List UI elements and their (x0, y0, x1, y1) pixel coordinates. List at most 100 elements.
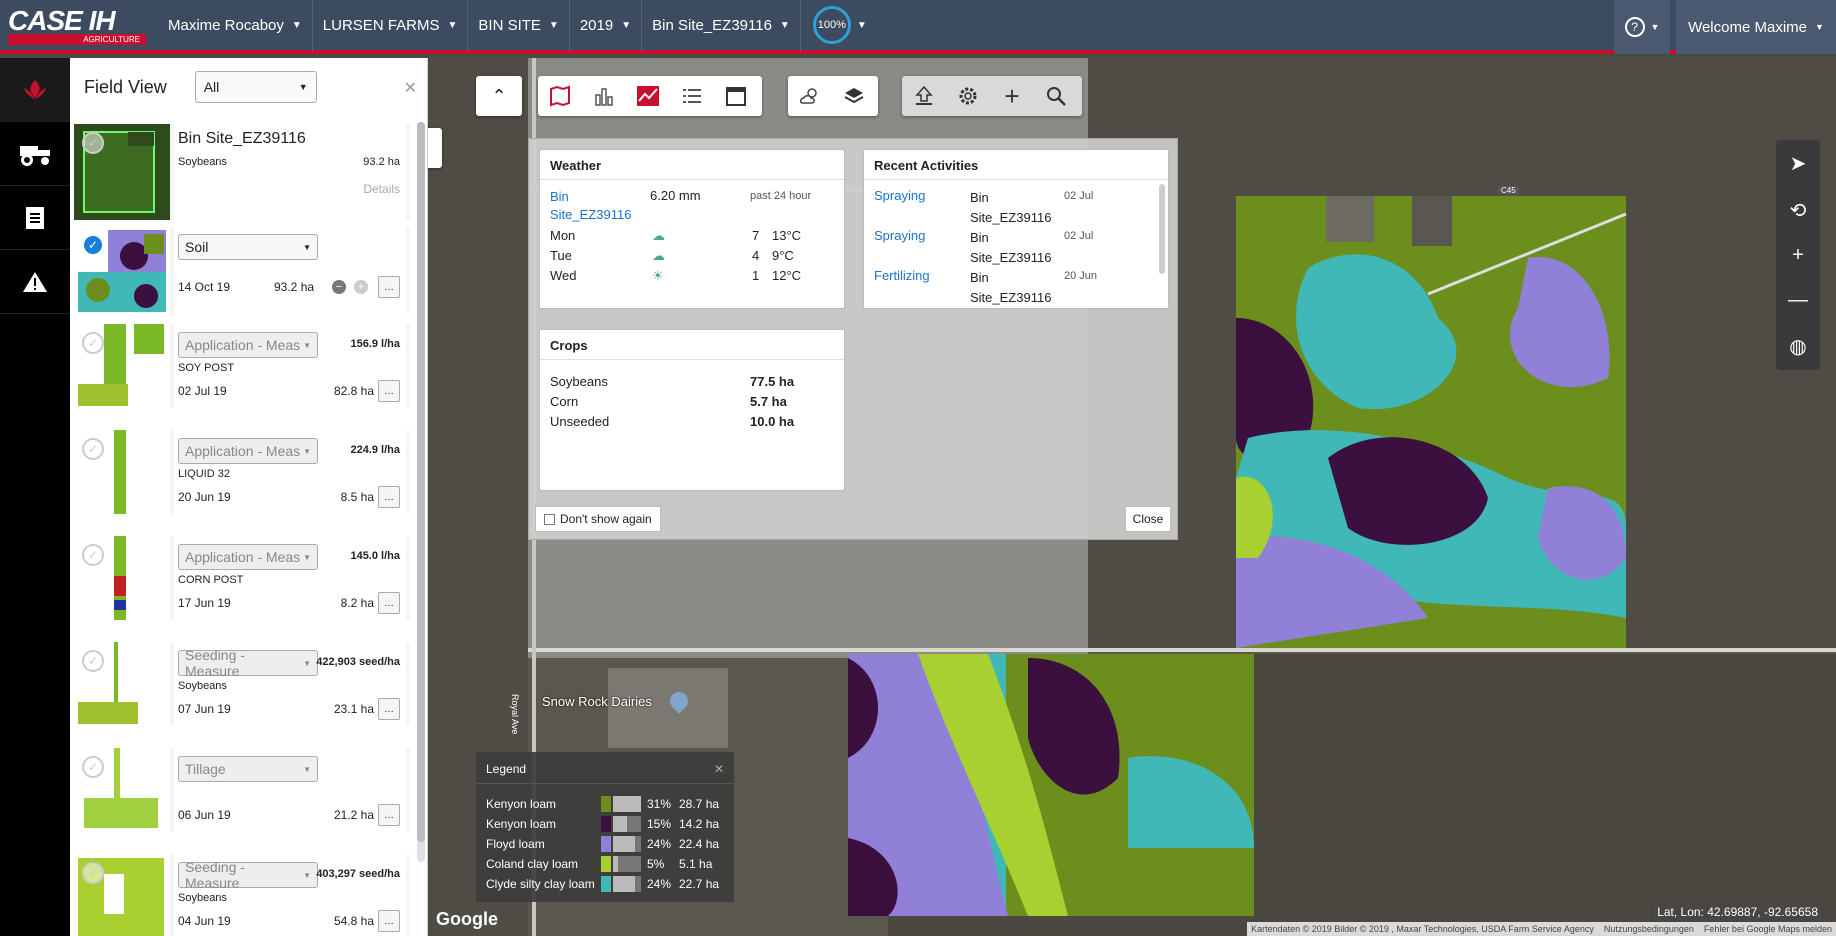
layer-rate: 403,297 seed/ha (316, 868, 400, 880)
logo-subtext: AGRICULTURE (8, 34, 146, 45)
panel-scrollbar-thumb[interactable] (417, 122, 425, 842)
more-button[interactable]: … (378, 698, 400, 720)
soil-select-checkbox[interactable]: ✓ (82, 234, 104, 256)
nav-field-dropdown[interactable]: Bin Site_EZ39116 ▼ (642, 0, 801, 52)
collapse-toolbar-button[interactable]: ⌃ (476, 76, 522, 116)
weather-period: past 24 hour (750, 190, 812, 202)
layer-card[interactable]: ✓ Seeding - Measure ▼ 403,297 seed/ha Soy… (74, 854, 410, 936)
activity-site: Bin Site_EZ39116 (970, 190, 1052, 225)
activity-date: 02 Jul (1064, 190, 1094, 202)
chart-view-button[interactable] (582, 77, 626, 115)
close-dialog-button[interactable]: Close (1125, 506, 1171, 532)
settings-button[interactable] (946, 77, 990, 115)
close-icon[interactable]: ✕ (404, 78, 417, 98)
layer-card[interactable]: ✓ Seeding - Measure ▼ 422,903 seed/ha Soy… (74, 642, 410, 738)
layer-checkbox[interactable]: ✓ (82, 650, 104, 672)
gear-icon (959, 87, 977, 105)
tractor-icon (20, 145, 50, 166)
zoom-value: 100% (817, 19, 846, 31)
field-filter-select[interactable]: All ▼ (194, 71, 317, 103)
layer-card[interactable]: ✓ Application - Meas ▼ 156.9 l/ha SOY POS… (74, 324, 410, 420)
locate-icon[interactable]: ➤ (1790, 151, 1807, 176)
layer-select[interactable]: Seeding - Measure ▼ (178, 647, 318, 679)
legend-pct: 15% (647, 817, 672, 831)
zoom-in-icon[interactable]: + (1792, 244, 1804, 267)
more-button[interactable]: … (378, 486, 400, 508)
legend-name: Kenyon loam (486, 797, 557, 811)
add-button[interactable]: + (990, 77, 1034, 115)
legend-pct: 31% (647, 797, 672, 811)
nav-alerts[interactable] (0, 250, 70, 314)
minus-icon[interactable]: − (332, 280, 346, 294)
soil-area: 93.2 ha (274, 280, 315, 294)
more-button[interactable]: … (378, 380, 400, 402)
dont-show-again-checkbox[interactable]: Don't show again (535, 506, 661, 532)
layer-checkbox[interactable]: ✓ (82, 862, 104, 884)
help-button[interactable]: ? ▼ (1614, 0, 1670, 54)
map-view-button[interactable] (538, 77, 582, 115)
case-ih-logo[interactable]: CASE IH AGRICULTURE (8, 0, 158, 50)
weather-site-link[interactable]: Bin Site_EZ39116 (550, 188, 650, 224)
weather-day: Wed (550, 268, 577, 283)
collapse-panel-button[interactable] (428, 128, 442, 168)
terms-link[interactable]: Nutzungsbedingungen (1604, 924, 1694, 934)
layer-card[interactable]: ✓ Application - Meas ▼ 224.9 l/ha LIQUID … (74, 430, 410, 526)
search-icon (1047, 87, 1066, 106)
layer-select[interactable]: Seeding - Measure ▼ (178, 859, 318, 891)
globe-icon[interactable]: ◍ (1789, 334, 1806, 359)
nav-reports[interactable] (0, 186, 70, 250)
layers-button[interactable] (832, 77, 876, 115)
chevron-up-icon: ⌃ (491, 85, 507, 106)
close-icon[interactable]: ✕ (714, 762, 724, 776)
layer-card[interactable]: ✓ Application - Meas ▼ 145.0 l/ha CORN PO… (74, 536, 410, 632)
nav-machines[interactable] (0, 122, 70, 186)
layer-select[interactable]: Application - Meas ▼ (178, 332, 318, 358)
activity-date: 20 Jun (1064, 270, 1098, 282)
field-card[interactable]: ✓ Bin Site_EZ39116 Soybeans 93.2 ha Deta… (74, 124, 410, 220)
layer-select[interactable]: Tillage ▼ (178, 756, 318, 782)
nav-site-dropdown[interactable]: BIN SITE ▼ (468, 0, 570, 52)
nav-user-dropdown[interactable]: Maxime Rocaboy ▼ (158, 0, 313, 52)
map-label-dairy: Snow Rock Dairies (542, 694, 652, 709)
layer-checkbox[interactable]: ✓ (82, 756, 104, 778)
chevron-down-icon: ▼ (303, 552, 311, 562)
more-button[interactable]: … (378, 276, 400, 298)
chevron-down-icon[interactable]: ▼ (857, 20, 867, 31)
nav-year-dropdown[interactable]: 2019 ▼ (570, 0, 643, 52)
layer-checkbox[interactable]: ✓ (82, 438, 104, 460)
calendar-view-button[interactable] (714, 77, 758, 115)
upload-button[interactable] (902, 77, 946, 115)
field-details-link[interactable]: Details (363, 182, 400, 196)
layer-checkbox[interactable]: ✓ (82, 332, 104, 354)
activities-scrollbar[interactable] (1159, 184, 1165, 274)
activity-type-link[interactable]: Fertilizing (874, 268, 930, 283)
zoom-out-icon[interactable]: — (1788, 289, 1808, 312)
crop-name: Corn (550, 394, 579, 409)
layer-select-value: Application - Meas (185, 337, 301, 353)
activity-type-link[interactable]: Spraying (874, 228, 925, 243)
activity-site: Bin Site_EZ39116 (970, 270, 1052, 305)
layer-checkbox[interactable]: ✓ (82, 544, 104, 566)
layer-select[interactable]: Application - Meas ▼ (178, 438, 318, 464)
more-button[interactable]: … (378, 910, 400, 932)
user-menu[interactable]: Welcome Maxime ▼ (1676, 0, 1836, 54)
rotate-icon[interactable]: ⟲ (1790, 198, 1807, 223)
trend-view-button[interactable] (626, 77, 670, 115)
field-select-checkbox[interactable]: ✓ (82, 132, 104, 154)
zoom-indicator[interactable]: 100% (812, 6, 851, 44)
soil-layer-select[interactable]: Soil ▼ (178, 234, 318, 260)
more-button[interactable]: … (378, 804, 400, 826)
weather-button[interactable] (788, 77, 832, 115)
plus-icon[interactable]: + (354, 280, 368, 294)
layer-select[interactable]: Application - Meas ▼ (178, 544, 318, 570)
layer-card[interactable]: ✓ Tillage ▼ 06 Jun 19 21.2 ha … (74, 748, 410, 844)
nav-fields[interactable] (0, 58, 70, 122)
checkbox-box[interactable] (544, 513, 555, 525)
report-error-link[interactable]: Fehler bei Google Maps melden (1704, 924, 1832, 934)
more-button[interactable]: … (378, 592, 400, 614)
nav-farm-dropdown[interactable]: LURSEN FARMS ▼ (313, 0, 469, 52)
list-view-button[interactable] (670, 77, 714, 115)
search-button[interactable] (1034, 77, 1078, 115)
activity-type-link[interactable]: Spraying (874, 188, 925, 203)
soil-layer-card[interactable]: ✓ Soil ▼ 14 Oct 19 93.2 ha − + … (74, 226, 410, 314)
